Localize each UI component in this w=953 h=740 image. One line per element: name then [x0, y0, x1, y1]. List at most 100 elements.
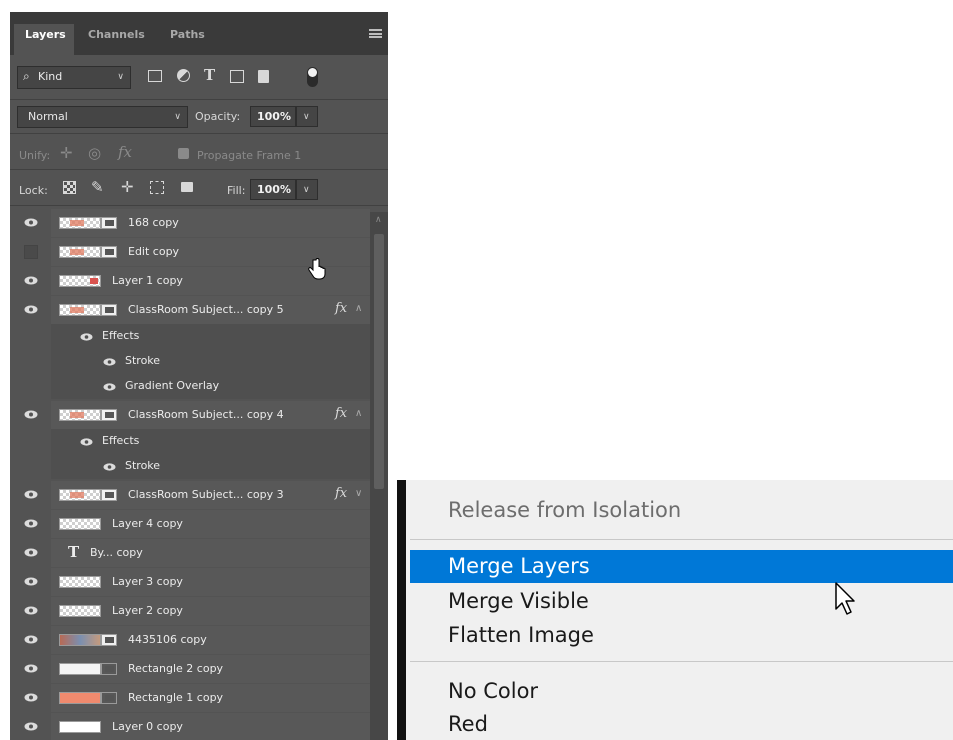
opacity-dropdown[interactable]: ∨ — [296, 106, 318, 127]
chevron-down-icon: ∨ — [117, 72, 124, 82]
layer-row-layer-0-copy[interactable]: Layer 0 copy — [10, 713, 370, 740]
layer-row-classroom-copy-4[interactable]: ClassRoom Subject... copy 4 fx ∧ — [10, 401, 370, 429]
chevron-down-icon: ∨ — [174, 112, 181, 122]
vector-mask-thumbnail — [101, 663, 117, 675]
layer-row-layer-2-copy[interactable]: Layer 2 copy — [10, 597, 370, 625]
tab-paths[interactable]: Paths — [154, 24, 216, 55]
eye-icon[interactable] — [24, 218, 38, 227]
fill-label: Fill: — [227, 184, 246, 197]
layer-row-168-copy[interactable]: 168 copy — [10, 209, 370, 237]
pixel-filter-icon[interactable] — [148, 70, 162, 82]
layer-thumbnail — [59, 489, 101, 501]
layer-row-type-layer[interactable]: T By... copy — [10, 539, 370, 567]
tab-channels[interactable]: Channels — [76, 24, 152, 55]
eye-icon[interactable] — [24, 606, 38, 615]
eye-icon[interactable] — [24, 276, 38, 285]
eye-icon[interactable] — [24, 635, 38, 644]
smart-object-filter-icon[interactable] — [258, 70, 269, 83]
eye-icon[interactable] — [24, 664, 38, 673]
layer-thumbnail — [59, 692, 101, 704]
unify-position-icon[interactable]: ✛ — [60, 144, 73, 162]
panel-menu-icon[interactable] — [369, 29, 382, 38]
type-filter-icon[interactable]: T — [204, 66, 215, 84]
effect-row-gradient-overlay[interactable]: Gradient Overlay — [10, 374, 370, 399]
eye-icon[interactable] — [24, 410, 38, 419]
chevron-down-icon: ∨ — [303, 112, 310, 122]
propagate-label: Propagate Frame 1 — [197, 149, 302, 162]
effects-row[interactable]: Effects — [10, 429, 370, 454]
effects-row[interactable]: Effects — [10, 324, 370, 349]
filter-kind-select[interactable]: ⌕ Kind ∨ — [17, 66, 131, 89]
chevron-up-icon[interactable]: ∧ — [355, 408, 362, 419]
chevron-down-icon[interactable]: ∨ — [355, 488, 362, 499]
fx-icon[interactable]: fx — [335, 301, 347, 316]
layer-name: 168 copy — [128, 216, 179, 229]
fill-dropdown[interactable]: ∨ — [296, 179, 318, 200]
eye-icon[interactable] — [103, 358, 116, 366]
eye-icon[interactable] — [24, 490, 38, 499]
layer-name: ClassRoom Subject... copy 5 — [128, 303, 284, 316]
eye-icon[interactable] — [24, 577, 38, 586]
blend-mode-value: Normal — [28, 110, 68, 123]
lock-transparent-icon[interactable] — [63, 181, 76, 194]
layer-row-layer-3-copy[interactable]: Layer 3 copy — [10, 568, 370, 596]
eye-icon[interactable] — [103, 463, 116, 471]
layer-name: Layer 1 copy — [112, 274, 183, 287]
layer-name: Edit copy — [128, 245, 180, 258]
lock-brush-icon[interactable]: ✎ — [91, 178, 104, 196]
layer-name: Rectangle 1 copy — [128, 691, 224, 704]
blend-mode-select[interactable]: Normal ∨ — [17, 106, 188, 128]
layer-thumbnail — [59, 663, 101, 675]
effect-row-stroke[interactable]: Stroke — [10, 349, 370, 374]
layer-row-rectangle-2-copy[interactable]: Rectangle 2 copy — [10, 655, 370, 683]
adjustment-filter-icon[interactable] — [177, 69, 190, 82]
opacity-input[interactable]: 100% — [250, 106, 296, 127]
layer-row-layer-4-copy[interactable]: Layer 4 copy — [10, 510, 370, 538]
effect-row-stroke[interactable]: Stroke — [10, 454, 370, 479]
eye-icon[interactable] — [24, 519, 38, 528]
unify-visibility-icon[interactable]: ◎ — [88, 144, 101, 162]
tab-layers[interactable]: Layers — [14, 24, 74, 55]
layer-name: Layer 2 copy — [112, 604, 183, 617]
menu-item-merge-layers[interactable]: Merge Layers — [448, 554, 590, 578]
menu-item-flatten-image[interactable]: Flatten Image — [448, 623, 594, 647]
layer-thumbnail — [59, 634, 101, 646]
eye-icon[interactable] — [80, 333, 93, 341]
menu-item-merge-visible[interactable]: Merge Visible — [448, 589, 589, 613]
unify-label: Unify: — [19, 149, 51, 162]
eye-icon[interactable] — [24, 548, 38, 557]
fill-input[interactable]: 100% — [250, 179, 296, 200]
type-layer-icon: T — [68, 543, 80, 561]
unify-style-icon[interactable]: fx — [118, 143, 132, 161]
visibility-toggle-off[interactable] — [24, 245, 38, 259]
layer-mask-thumbnail — [101, 304, 117, 316]
filter-toggle-switch[interactable] — [307, 67, 318, 87]
eye-icon[interactable] — [24, 722, 38, 731]
layer-row-4435106-copy[interactable]: 4435106 copy — [10, 626, 370, 654]
lock-artboard-icon[interactable] — [150, 181, 164, 194]
eye-icon[interactable] — [24, 693, 38, 702]
chevron-up-icon[interactable]: ∧ — [355, 303, 362, 314]
shape-filter-icon[interactable] — [230, 70, 244, 83]
fx-icon[interactable]: fx — [335, 406, 347, 421]
fx-icon[interactable]: fx — [335, 486, 347, 501]
eye-icon[interactable] — [103, 383, 116, 391]
layer-row-classroom-copy-5[interactable]: ClassRoom Subject... copy 5 fx ∧ — [10, 296, 370, 324]
scroll-up-icon[interactable]: ∧ — [375, 215, 382, 225]
effect-label: Stroke — [125, 459, 161, 472]
layer-name: Layer 3 copy — [112, 575, 183, 588]
propagate-checkbox[interactable] — [178, 148, 189, 159]
eye-icon[interactable] — [80, 438, 93, 446]
layer-row-rectangle-1-copy[interactable]: Rectangle 1 copy — [10, 684, 370, 712]
layers-scrollbar[interactable]: ∧ — [370, 212, 388, 740]
layer-row-classroom-copy-3[interactable]: ClassRoom Subject... copy 3 fx ∨ — [10, 481, 370, 509]
lock-move-icon[interactable]: ✛ — [121, 178, 134, 196]
layer-name: By... copy — [90, 546, 143, 559]
eye-icon[interactable] — [24, 305, 38, 314]
menu-item-red[interactable]: Red — [448, 712, 488, 736]
menu-item-no-color[interactable]: No Color — [448, 679, 538, 703]
menu-item-release-from-isolation[interactable]: Release from Isolation — [448, 498, 681, 522]
layer-thumbnail — [59, 275, 101, 287]
lock-all-icon[interactable] — [181, 182, 193, 192]
scrollbar-thumb[interactable] — [374, 234, 384, 489]
